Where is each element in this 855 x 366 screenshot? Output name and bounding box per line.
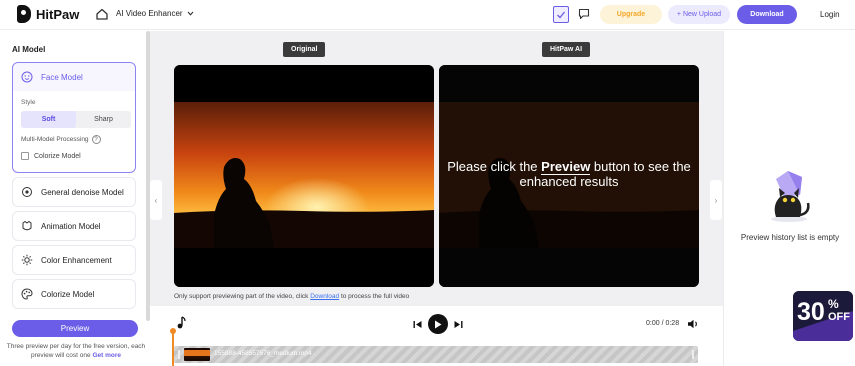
playback-controls xyxy=(413,314,463,334)
support-pre: Only support previewing part of the vide… xyxy=(174,293,311,300)
download-link[interactable]: Download xyxy=(310,293,339,300)
empty-history-text: Preview history list is empty xyxy=(740,233,840,242)
preview-area: Original HitPaw AI Please click the Prev… xyxy=(150,31,723,306)
play-button[interactable] xyxy=(428,314,448,334)
brand-name: HitPaw xyxy=(36,6,80,22)
hitpaw-logo[interactable]: HitPaw xyxy=(17,5,79,23)
msg-preview-word: Preview xyxy=(541,159,591,175)
hitpaw-ai-tag: HitPaw AI xyxy=(542,42,591,57)
style-soft-option[interactable]: Soft xyxy=(21,111,76,128)
animation-icon xyxy=(22,220,32,231)
preview-note-text: Three preview per day for the free versi… xyxy=(6,343,146,359)
msg-pre: Please click the xyxy=(447,159,542,174)
timeline-end-handle[interactable] xyxy=(692,350,694,359)
face-icon xyxy=(21,71,33,83)
color-enhancement-card[interactable]: Color Enhancement xyxy=(12,245,136,275)
feedback-icon[interactable] xyxy=(578,8,590,20)
clip-thumbnail xyxy=(184,348,210,361)
style-toggle: Soft Sharp xyxy=(21,111,131,128)
model-label: Animation Model xyxy=(41,221,101,231)
empty-cat-illustration xyxy=(771,171,810,222)
task-check-icon[interactable] xyxy=(553,6,569,23)
colorize-checkbox-row[interactable]: Colorize Model xyxy=(21,152,81,160)
playback-time: 0:00 / 0:28 xyxy=(646,320,680,327)
face-model-label: Face Model xyxy=(41,72,83,82)
promo-percent: % xyxy=(828,297,839,311)
preview-instruction: Please click the Preview button to see t… xyxy=(439,159,699,189)
top-bar: HitPaw AI Video Enhancer Upgrade + New U… xyxy=(0,0,855,30)
login-link[interactable]: Login xyxy=(820,10,840,19)
play-icon xyxy=(435,320,442,328)
support-note: Only support previewing part of the vide… xyxy=(174,293,409,300)
colorize-checkbox[interactable] xyxy=(21,152,29,160)
face-model-card[interactable]: Face Model Style Soft Sharp Multi-Model … xyxy=(12,62,136,173)
get-more-link[interactable]: Get more xyxy=(92,352,121,359)
preview-button[interactable]: Preview xyxy=(12,320,138,337)
collapse-left-button[interactable]: ‹ xyxy=(150,180,162,220)
style-sharp-option[interactable]: Sharp xyxy=(76,111,131,128)
sunset-silhouette-image xyxy=(174,65,434,287)
clip-name: 155888-458557576_medium.mp4 xyxy=(214,350,312,357)
color-icon xyxy=(21,254,33,266)
colorize-checkbox-label: Colorize Model xyxy=(34,152,81,160)
model-label: Color Enhancement xyxy=(41,255,112,265)
product-name: AI Video Enhancer xyxy=(116,9,183,18)
help-icon[interactable]: ? xyxy=(91,135,101,144)
clip-thumbnail-image xyxy=(184,348,210,361)
previous-frame-icon[interactable] xyxy=(413,320,422,329)
download-button[interactable]: Download xyxy=(737,5,797,24)
preview-history-panel: Preview history list is empty 30 % OFF xyxy=(723,31,855,366)
timeline-start-handle[interactable] xyxy=(178,350,180,359)
colorize-icon xyxy=(21,288,33,300)
logo-mark-icon xyxy=(17,5,31,23)
playhead[interactable] xyxy=(170,328,176,366)
upgrade-button[interactable]: Upgrade xyxy=(600,5,662,24)
denoise-icon xyxy=(22,187,32,197)
enhanced-video: Please click the Preview button to see t… xyxy=(439,65,699,287)
video-timeline[interactable]: 155888-458557576_medium.mp4 xyxy=(174,346,698,363)
original-tag: Original xyxy=(283,42,326,57)
audio-track-icon[interactable] xyxy=(175,316,187,330)
multi-model-label: Multi-Model Processing xyxy=(21,136,89,143)
panel-title: AI Model xyxy=(12,45,46,54)
preview-note: Three preview per day for the free versi… xyxy=(6,342,146,360)
multi-model-processing: Multi-Model Processing ? xyxy=(21,135,101,144)
product-selector[interactable]: AI Video Enhancer xyxy=(116,9,194,18)
model-label: Colorize Model xyxy=(41,289,95,299)
ai-model-panel: AI Model Face Model Style Soft Sharp Mul… xyxy=(0,31,150,366)
support-post: to process the full video xyxy=(339,293,410,300)
new-upload-button[interactable]: + New Upload xyxy=(668,5,730,24)
discount-promo-banner[interactable]: 30 % OFF xyxy=(793,291,853,341)
colorize-model-card[interactable]: Colorize Model xyxy=(12,279,136,309)
face-model-header[interactable]: Face Model xyxy=(13,63,135,91)
player-bar: 0:00 / 0:28 155888-458557576_medium.mp4 xyxy=(150,307,723,366)
volume-icon[interactable] xyxy=(687,319,699,329)
collapse-right-button[interactable]: › xyxy=(710,180,722,220)
model-label: General denoise Model xyxy=(41,187,124,197)
next-frame-icon[interactable] xyxy=(454,320,463,329)
animation-model-card[interactable]: Animation Model xyxy=(12,211,136,241)
promo-off: OFF xyxy=(828,311,850,323)
chevron-down-icon xyxy=(187,11,193,16)
original-video xyxy=(174,65,434,287)
style-label: Style xyxy=(21,99,36,106)
general-denoise-model-card[interactable]: General denoise Model xyxy=(12,177,136,207)
home-icon[interactable] xyxy=(95,7,109,21)
promo-number: 30 xyxy=(797,298,825,326)
